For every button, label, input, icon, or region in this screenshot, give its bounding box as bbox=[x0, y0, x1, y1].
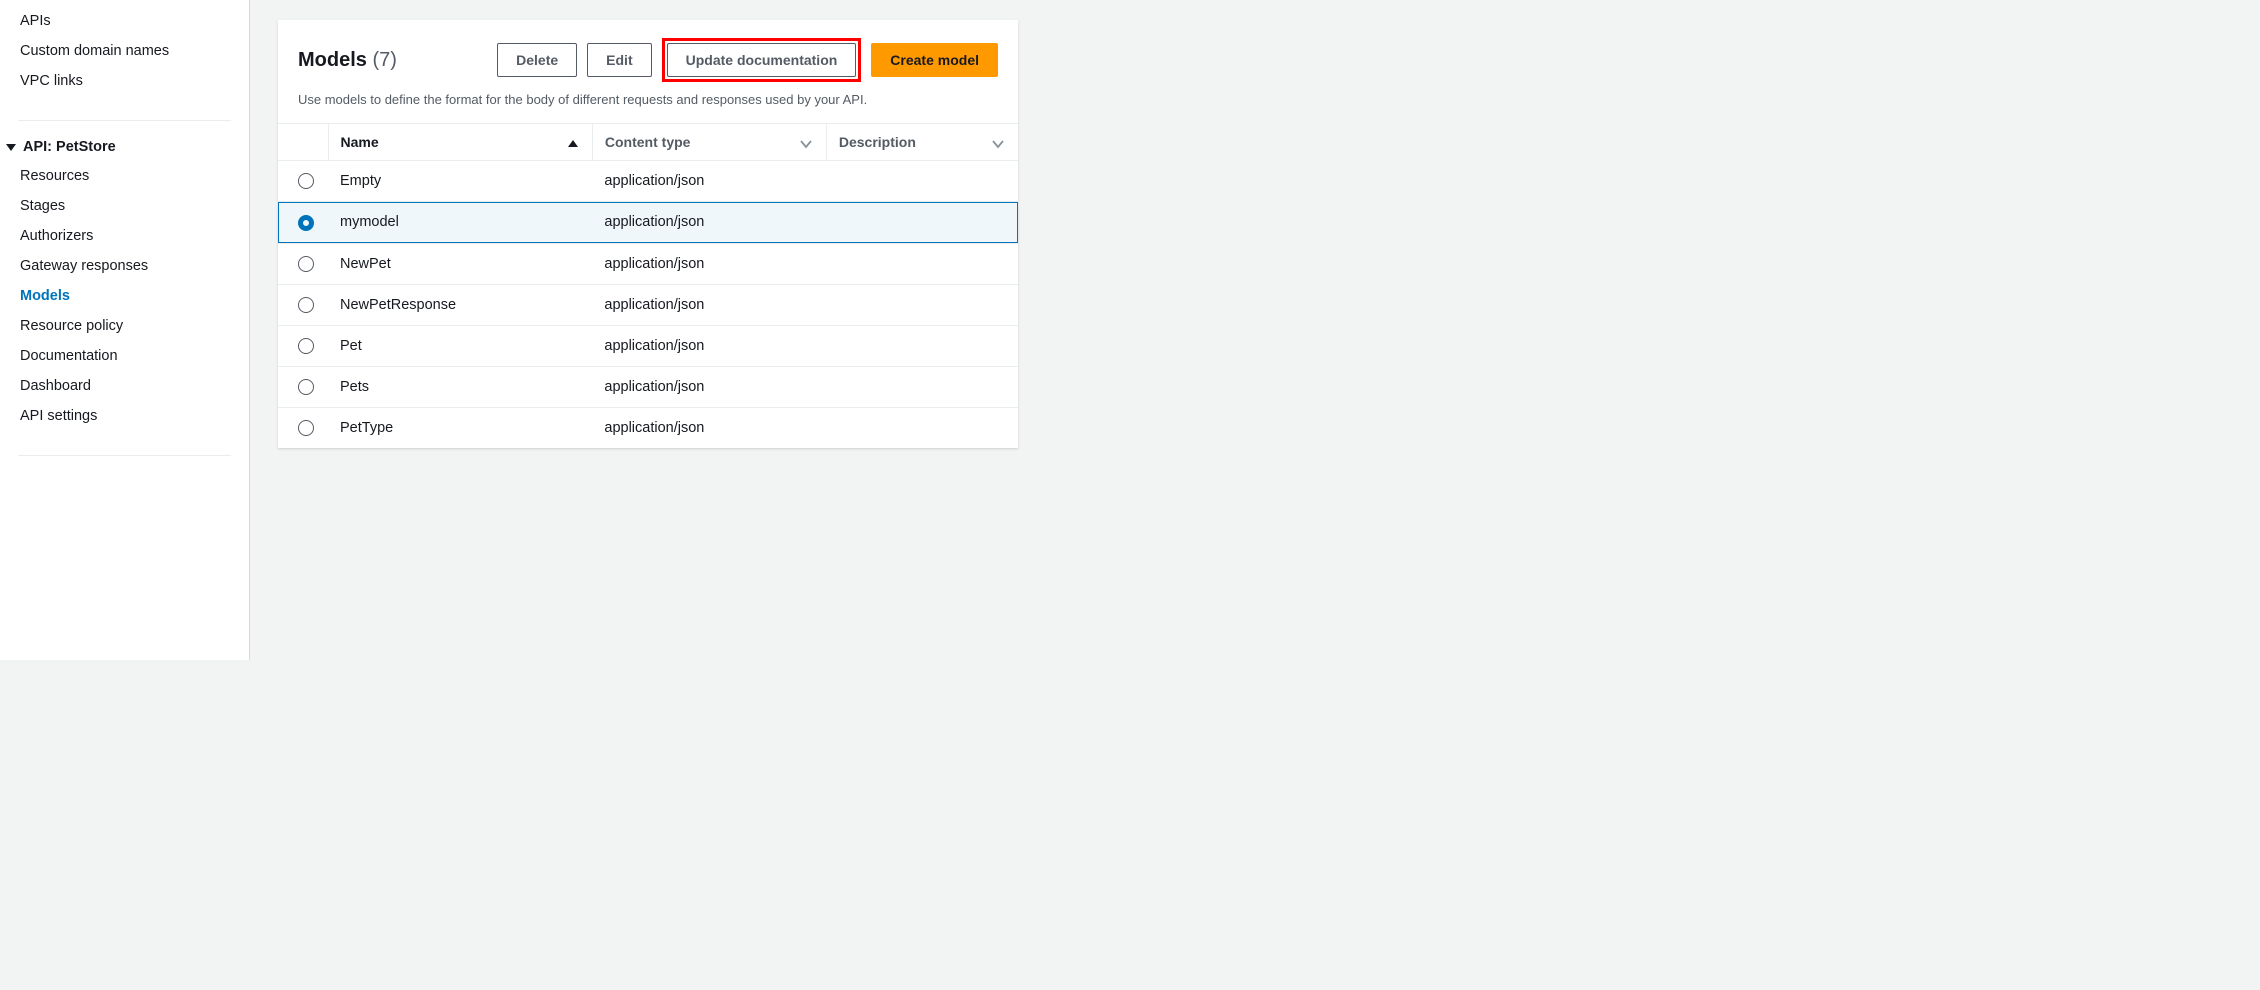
filter-icon bbox=[800, 137, 812, 149]
row-name: Pet bbox=[328, 325, 592, 366]
row-name: NewPet bbox=[328, 243, 592, 284]
col-description-label: Description bbox=[839, 134, 916, 150]
edit-button[interactable]: Edit bbox=[587, 43, 651, 77]
panel-title-text: Models bbox=[298, 49, 367, 71]
panel-count: (7) bbox=[372, 49, 396, 71]
sidebar-item-models[interactable]: Models bbox=[0, 281, 249, 311]
table-row[interactable]: Emptyapplication/json bbox=[278, 161, 1018, 202]
sort-ascending-icon bbox=[568, 140, 578, 147]
row-description bbox=[826, 243, 1018, 284]
row-select-radio[interactable] bbox=[298, 338, 314, 354]
col-name-label: Name bbox=[341, 134, 379, 150]
highlight-box: Update documentation bbox=[662, 38, 862, 82]
sidebar-group-toggle[interactable]: API: PetStore bbox=[0, 133, 249, 161]
table-row[interactable]: PetTypeapplication/json bbox=[278, 408, 1018, 449]
sidebar-divider bbox=[18, 455, 231, 456]
row-select-cell bbox=[278, 284, 328, 325]
row-description bbox=[826, 284, 1018, 325]
sidebar-item-vpc-links[interactable]: VPC links bbox=[0, 66, 249, 96]
row-name: mymodel bbox=[328, 202, 592, 243]
row-name: NewPetResponse bbox=[328, 284, 592, 325]
row-select-radio[interactable] bbox=[298, 297, 314, 313]
row-select-cell bbox=[278, 202, 328, 243]
sidebar-item-apis[interactable]: APIs bbox=[0, 6, 249, 36]
row-select-cell bbox=[278, 161, 328, 202]
row-content-type: application/json bbox=[592, 161, 826, 202]
sidebar: APIs Custom domain names VPC links API: … bbox=[0, 0, 250, 660]
row-select-cell bbox=[278, 243, 328, 284]
filter-icon bbox=[992, 137, 1004, 149]
row-description bbox=[826, 202, 1018, 243]
table-row[interactable]: Petsapplication/json bbox=[278, 367, 1018, 408]
sidebar-divider bbox=[18, 120, 231, 121]
sidebar-item-authorizers[interactable]: Authorizers bbox=[0, 221, 249, 251]
row-content-type: application/json bbox=[592, 408, 826, 449]
panel-actions: Delete Edit Update documentation Create … bbox=[497, 38, 998, 82]
row-select-cell bbox=[278, 367, 328, 408]
update-documentation-button[interactable]: Update documentation bbox=[667, 43, 857, 77]
row-select-radio[interactable] bbox=[298, 379, 314, 395]
row-name: Empty bbox=[328, 161, 592, 202]
row-content-type: application/json bbox=[592, 325, 826, 366]
sidebar-item-documentation[interactable]: Documentation bbox=[0, 341, 249, 371]
panel-header: Models (7) Delete Edit Update documentat… bbox=[278, 20, 1018, 88]
sidebar-item-custom-domain-names[interactable]: Custom domain names bbox=[0, 36, 249, 66]
row-name: Pets bbox=[328, 367, 592, 408]
col-description[interactable]: Description bbox=[826, 124, 1018, 161]
models-table: Name Content type Description bbox=[278, 123, 1018, 448]
row-select-radio[interactable] bbox=[298, 173, 314, 189]
row-select-radio[interactable] bbox=[298, 420, 314, 436]
row-description bbox=[826, 325, 1018, 366]
sidebar-group-label: API: PetStore bbox=[23, 139, 116, 155]
col-select bbox=[278, 124, 328, 161]
panel-description: Use models to define the format for the … bbox=[278, 88, 1018, 123]
row-description bbox=[826, 408, 1018, 449]
row-select-cell bbox=[278, 408, 328, 449]
row-content-type: application/json bbox=[592, 243, 826, 284]
table-row[interactable]: Petapplication/json bbox=[278, 325, 1018, 366]
sidebar-item-resources[interactable]: Resources bbox=[0, 161, 249, 191]
row-content-type: application/json bbox=[592, 284, 826, 325]
sidebar-item-api-settings[interactable]: API settings bbox=[0, 401, 249, 431]
row-description bbox=[826, 161, 1018, 202]
row-content-type: application/json bbox=[592, 367, 826, 408]
delete-button[interactable]: Delete bbox=[497, 43, 577, 77]
sidebar-top-section: APIs Custom domain names VPC links bbox=[0, 6, 249, 108]
row-content-type: application/json bbox=[592, 202, 826, 243]
table-row[interactable]: NewPetResponseapplication/json bbox=[278, 284, 1018, 325]
col-name[interactable]: Name bbox=[328, 124, 592, 161]
row-description bbox=[826, 367, 1018, 408]
col-content-type[interactable]: Content type bbox=[592, 124, 826, 161]
sidebar-item-dashboard[interactable]: Dashboard bbox=[0, 371, 249, 401]
table-row[interactable]: NewPetapplication/json bbox=[278, 243, 1018, 284]
sidebar-api-section: API: PetStore Resources Stages Authorize… bbox=[0, 133, 249, 443]
row-select-cell bbox=[278, 325, 328, 366]
panel-title: Models (7) bbox=[298, 49, 397, 72]
row-select-radio[interactable] bbox=[298, 256, 314, 272]
models-panel: Models (7) Delete Edit Update documentat… bbox=[278, 20, 1018, 448]
col-content-type-label: Content type bbox=[605, 134, 691, 150]
sidebar-item-stages[interactable]: Stages bbox=[0, 191, 249, 221]
sidebar-item-resource-policy[interactable]: Resource policy bbox=[0, 311, 249, 341]
caret-down-icon bbox=[6, 144, 16, 151]
sidebar-item-gateway-responses[interactable]: Gateway responses bbox=[0, 251, 249, 281]
table-row[interactable]: mymodelapplication/json bbox=[278, 202, 1018, 243]
row-name: PetType bbox=[328, 408, 592, 449]
main-content: Models (7) Delete Edit Update documentat… bbox=[250, 0, 1507, 660]
row-select-radio[interactable] bbox=[298, 215, 314, 231]
create-model-button[interactable]: Create model bbox=[871, 43, 998, 77]
